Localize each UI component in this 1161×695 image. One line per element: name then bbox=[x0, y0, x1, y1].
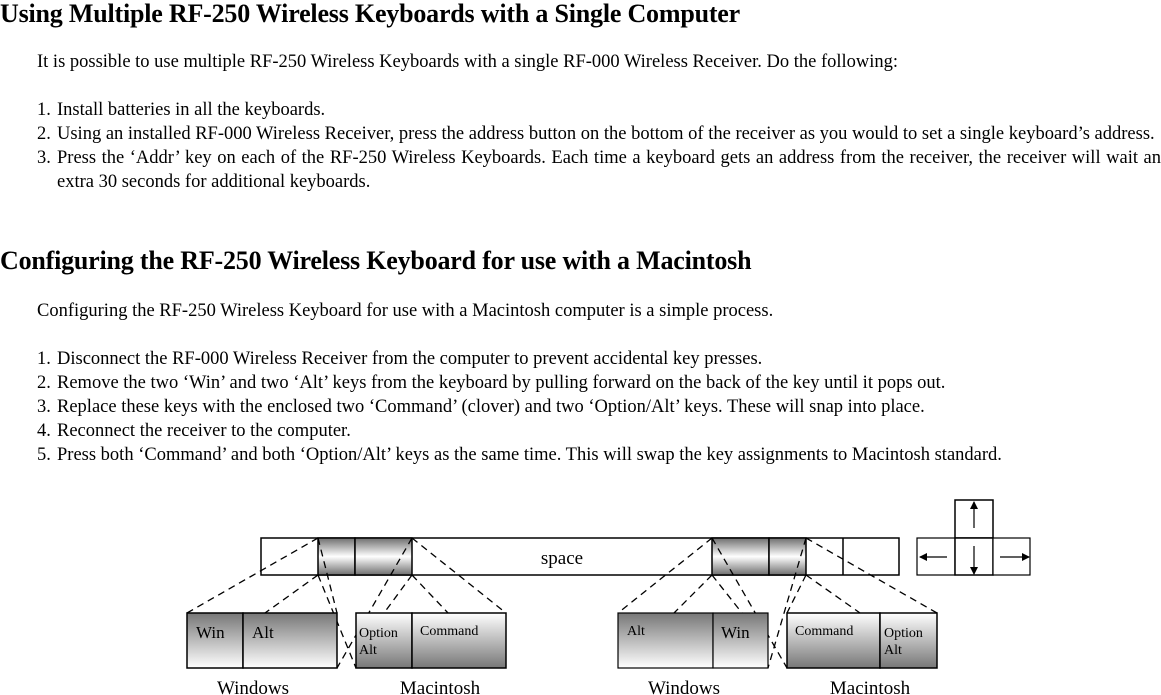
arrow-keys-cluster bbox=[916, 499, 1031, 576]
connector-line bbox=[711, 574, 743, 614]
section-intro-macintosh-config: Configuring the RF-250 Wireless Keyboard… bbox=[37, 301, 774, 321]
right-macintosh-keys: Command Option Alt Macintosh bbox=[786, 612, 938, 695]
left-macintosh-keys: Option Alt Command Macintosh bbox=[355, 612, 507, 695]
step-text: Disconnect the RF-000 Wireless Receiver … bbox=[57, 349, 763, 369]
list-item: 2. Using an installed RF-000 Wireless Rec… bbox=[37, 122, 1161, 146]
option-alt-key-label: Alt bbox=[359, 643, 377, 658]
list-item: 1. Disconnect the RF-000 Wireless Receive… bbox=[37, 347, 1161, 371]
connector-line bbox=[383, 574, 413, 614]
list-item: 4. Reconnect the receiver to the computer… bbox=[37, 419, 1161, 443]
right-windows-keys: Alt Win Windows bbox=[617, 612, 769, 695]
row-key-left-alt bbox=[354, 537, 413, 576]
windows-caption: Windows bbox=[648, 678, 720, 695]
step-text: Press both ‘Command’ and both ‘Option/Al… bbox=[57, 445, 1002, 465]
command-key-label: Command bbox=[420, 624, 478, 639]
win-key-label: Win bbox=[196, 623, 225, 642]
list-item: 3. Press the ‘Addr’ key on each of the RF… bbox=[37, 146, 1161, 194]
step-number: 5. bbox=[37, 445, 51, 465]
connector-line bbox=[673, 574, 713, 614]
step-text: Reconnect the receiver to the computer. bbox=[57, 421, 351, 441]
option-key-label: Option bbox=[884, 626, 923, 641]
windows-caption: Windows bbox=[217, 678, 289, 695]
row-key-right-alt bbox=[711, 537, 770, 576]
list-item: 2. Remove the two ‘Win’ and two ‘Alt’ key… bbox=[37, 371, 1161, 395]
macintosh-caption: Macintosh bbox=[830, 678, 911, 695]
section-heading-macintosh-config: Configuring the RF-250 Wireless Keyboard… bbox=[0, 246, 752, 275]
macintosh-caption: Macintosh bbox=[400, 678, 481, 695]
section-heading-multiple-keyboards: Using Multiple RF-250 Wireless Keyboards… bbox=[0, 0, 740, 28]
connector-line bbox=[264, 574, 319, 614]
step-text: Install batteries in all the keyboards. bbox=[57, 100, 326, 120]
list-item: 3. Replace these keys with the enclosed t… bbox=[37, 395, 1161, 419]
alt-key bbox=[617, 612, 714, 669]
connector-line bbox=[786, 574, 807, 614]
section-intro-multiple-keyboards: It is possible to use multiple RF-250 Wi… bbox=[37, 52, 899, 72]
steps-list-multiple-keyboards: 1. Install batteries in all the keyboards… bbox=[37, 98, 1161, 194]
keyboard-key-swap-diagram: space Win Alt Windows Option Alt Command… bbox=[186, 499, 1031, 695]
command-key bbox=[786, 612, 881, 669]
keyboard-bottom-row: space bbox=[260, 537, 900, 576]
win-key-label: Win bbox=[721, 623, 750, 642]
step-number: 1. bbox=[37, 349, 51, 369]
row-key-left-win bbox=[317, 537, 356, 576]
alt-key-label: Alt bbox=[627, 624, 645, 639]
step-text: Press the ‘Addr’ key on each of the RF-2… bbox=[57, 148, 1161, 192]
step-text: Remove the two ‘Win’ and two ‘Alt’ keys … bbox=[57, 373, 946, 393]
space-key-label: space bbox=[541, 548, 583, 569]
option-key-label: Option bbox=[359, 626, 398, 641]
step-number: 3. bbox=[37, 148, 51, 168]
step-number: 1. bbox=[37, 100, 51, 120]
connector-line bbox=[805, 574, 861, 614]
list-item: 1. Install batteries in all the keyboards… bbox=[37, 98, 1161, 122]
step-number: 4. bbox=[37, 421, 51, 441]
list-item: 5. Press both ‘Command’ and both ‘Option/… bbox=[37, 443, 1161, 467]
command-key bbox=[411, 612, 507, 669]
step-number: 3. bbox=[37, 397, 51, 417]
command-key-label: Command bbox=[795, 624, 853, 639]
steps-list-macintosh-config: 1. Disconnect the RF-000 Wireless Receive… bbox=[37, 347, 1161, 467]
option-alt-key-label: Alt bbox=[884, 643, 902, 658]
step-text: Replace these keys with the enclosed two… bbox=[57, 397, 925, 417]
step-number: 2. bbox=[37, 124, 51, 144]
left-windows-keys: Win Alt Windows bbox=[186, 612, 338, 695]
alt-key-label: Alt bbox=[252, 623, 274, 642]
connector-line bbox=[411, 574, 449, 614]
row-key-right-win bbox=[768, 537, 807, 576]
step-number: 2. bbox=[37, 373, 51, 393]
step-text: Using an installed RF-000 Wireless Recei… bbox=[57, 124, 1155, 144]
